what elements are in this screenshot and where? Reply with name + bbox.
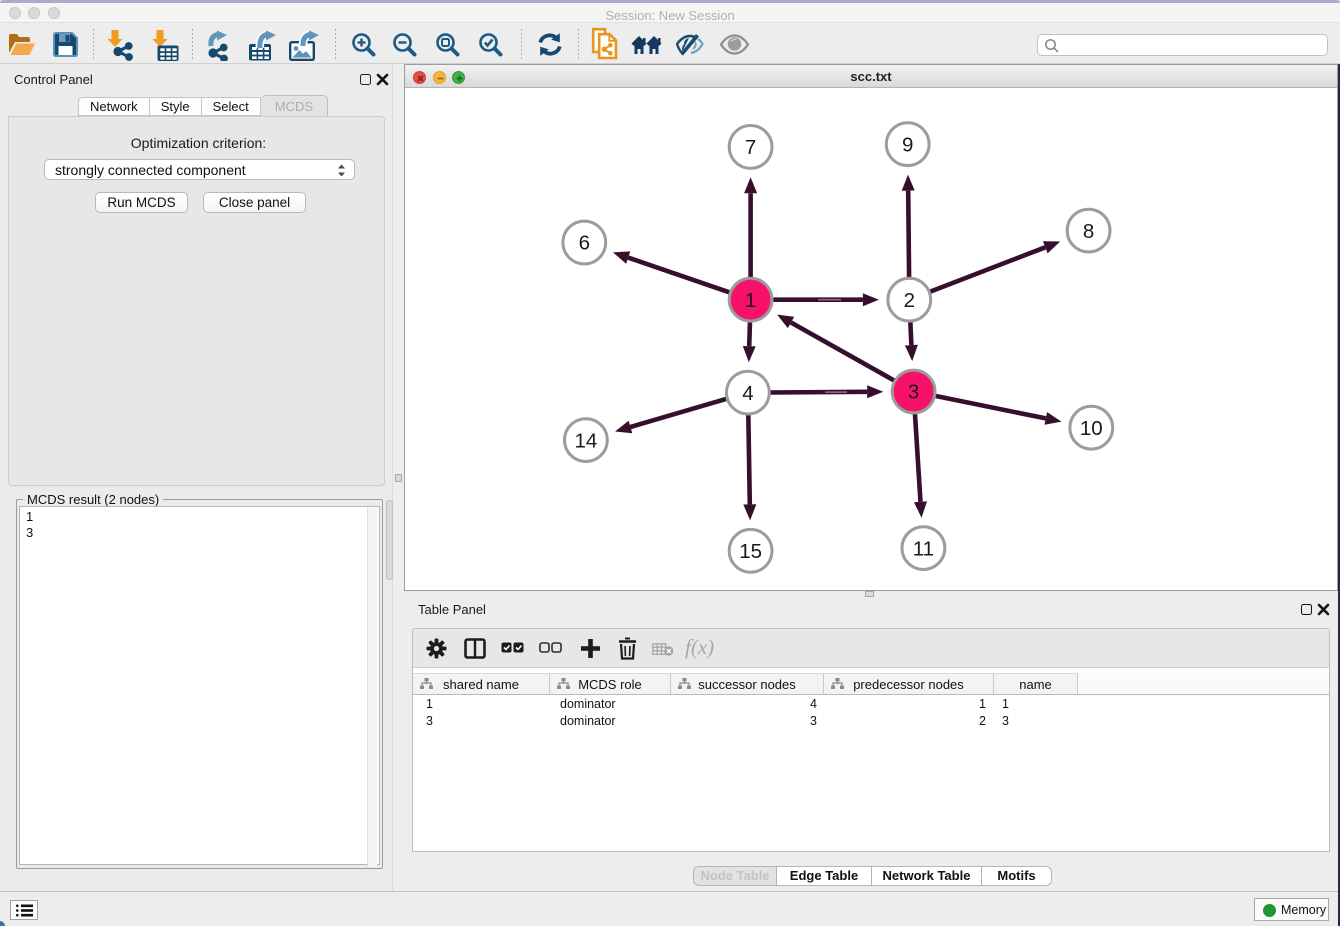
svg-text:8: 8	[1083, 220, 1094, 243]
svg-text:9: 9	[902, 133, 913, 156]
svg-text:7: 7	[745, 136, 756, 159]
svg-text:3: 3	[908, 381, 919, 404]
svg-text:1: 1	[745, 289, 756, 312]
svg-text:2: 2	[904, 289, 915, 312]
svg-text:4: 4	[742, 382, 753, 405]
svg-text:15: 15	[739, 540, 762, 563]
svg-text:6: 6	[579, 232, 590, 255]
svg-text:11: 11	[913, 537, 934, 560]
svg-text:14: 14	[574, 429, 597, 452]
svg-text:10: 10	[1080, 417, 1103, 440]
